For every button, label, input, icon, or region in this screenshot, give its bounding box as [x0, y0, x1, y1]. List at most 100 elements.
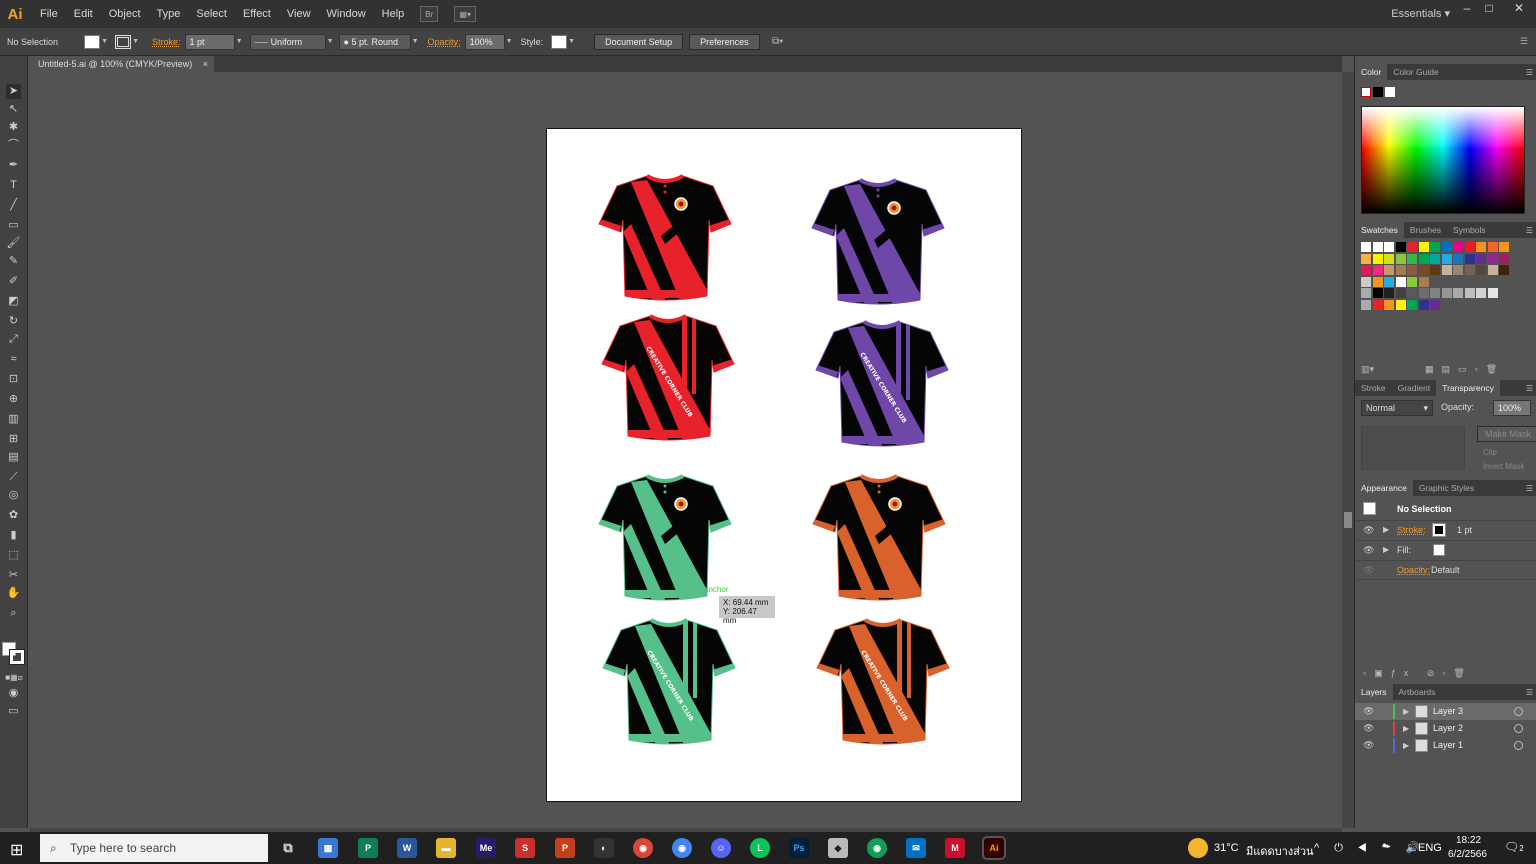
swatch[interactable]	[1487, 288, 1498, 298]
black-swatch[interactable]	[1373, 87, 1383, 97]
swatch[interactable]	[1464, 288, 1475, 298]
eye-icon[interactable]: 👁	[1363, 720, 1374, 737]
chevron-down-icon[interactable]: ▼	[505, 35, 514, 49]
preferences-button[interactable]: Preferences	[689, 33, 760, 50]
expand-arrow-icon[interactable]: ▶	[1383, 525, 1389, 534]
chrome-icon[interactable]: ◉	[867, 838, 887, 858]
swatch[interactable]	[1430, 299, 1440, 310]
pen-tool-icon[interactable]: ✒	[6, 158, 21, 173]
tab-artboards[interactable]: Artboards	[1393, 684, 1442, 700]
bridge-icon[interactable]: Br	[420, 6, 439, 22]
eye-icon[interactable]: 👁	[1363, 545, 1374, 556]
tshirt-design[interactable]: CREATIVE CORNER CLUB	[601, 616, 737, 752]
direct-selection-tool-icon[interactable]: ↖	[6, 102, 21, 117]
eye-icon[interactable]: 👁	[1363, 703, 1374, 720]
sketchup-icon[interactable]: S	[515, 838, 535, 858]
scale-tool-icon[interactable]: ⤢	[6, 332, 21, 347]
swatch[interactable]	[1453, 288, 1463, 298]
menu-edit[interactable]: Edit	[66, 0, 101, 28]
swatch[interactable]	[1407, 242, 1417, 252]
tshirt-design[interactable]: CREATIVE CORNER CLUB	[814, 318, 950, 454]
rotate-tool-icon[interactable]: ↻	[6, 314, 21, 329]
menu-type[interactable]: Type	[149, 0, 189, 28]
shape-builder-tool-icon[interactable]: ⊕	[6, 392, 21, 407]
panel-menu-icon[interactable]: ☰	[1526, 688, 1533, 697]
swatch[interactable]	[1441, 242, 1452, 252]
symbol-sprayer-tool-icon[interactable]: ✿	[6, 508, 21, 523]
mcafee-icon[interactable]: M	[945, 838, 965, 858]
menu-object[interactable]: Object	[101, 0, 149, 28]
swatch[interactable]	[1464, 253, 1475, 264]
swatch[interactable]	[1487, 265, 1498, 275]
style-swatch[interactable]	[551, 34, 568, 49]
swatch[interactable]	[1407, 276, 1417, 287]
perspective-grid-tool-icon[interactable]: ▥	[6, 412, 21, 427]
chevron-down-icon[interactable]: ▼	[235, 35, 244, 49]
layer-row[interactable]: 👁 ▶ Layer 2	[1355, 720, 1536, 737]
swatch[interactable]	[1418, 288, 1429, 298]
swatch[interactable]	[1476, 242, 1486, 252]
layer-row[interactable]: 👁 ▶ Layer 1	[1355, 737, 1536, 754]
target-circle-icon[interactable]	[1514, 741, 1523, 750]
hand-tool-icon[interactable]: ✋	[6, 586, 21, 601]
tab-color-guide[interactable]: Color Guide	[1387, 64, 1444, 80]
clock-time[interactable]: 18:22	[1456, 835, 1481, 846]
panel-menu-icon[interactable]: ☰	[1520, 36, 1528, 47]
polo-shirt-design[interactable]	[597, 172, 733, 308]
color-mode-icons[interactable]: ■▦⧄	[2, 670, 26, 685]
chrome-icon[interactable]: ◉	[672, 838, 692, 858]
chevron-down-icon[interactable]: ▼	[131, 35, 140, 49]
rectangle-tool-icon[interactable]: ▭	[6, 218, 21, 233]
swatch[interactable]	[1384, 242, 1394, 252]
swatch[interactable]	[1395, 288, 1406, 298]
tab-brushes[interactable]: Brushes	[1404, 222, 1447, 238]
file-explorer-icon[interactable]: ▬	[436, 838, 456, 858]
swatch[interactable]	[1372, 265, 1383, 275]
expand-arrow-icon[interactable]: ▶	[1403, 737, 1409, 754]
panel-menu-icon[interactable]: ☰	[1526, 484, 1533, 493]
magic-wand-tool-icon[interactable]: ✱	[6, 120, 21, 135]
tab-color[interactable]: Color	[1355, 64, 1388, 80]
blend-mode-select[interactable]: Normal ▾	[1361, 400, 1433, 416]
free-transform-tool-icon[interactable]: ⊡	[6, 372, 21, 387]
clip-checkbox[interactable]: Clip	[1483, 448, 1497, 457]
swatch[interactable]	[1407, 253, 1417, 264]
layer-name[interactable]: Layer 2	[1433, 720, 1463, 737]
swatch[interactable]	[1453, 253, 1463, 264]
swatch[interactable]	[1361, 265, 1371, 275]
tab-symbols[interactable]: Symbols	[1447, 222, 1492, 238]
swatch[interactable]	[1430, 265, 1440, 275]
tab-appearance[interactable]: Appearance	[1355, 480, 1413, 496]
weather-desc[interactable]: มีแดดบางส่วน	[1246, 842, 1314, 860]
menu-file[interactable]: File	[32, 0, 66, 28]
swatch[interactable]	[1372, 253, 1383, 264]
swatch[interactable]	[1384, 299, 1394, 310]
swatch[interactable]	[1372, 288, 1383, 298]
blob-brush-tool-icon[interactable]: ✐	[6, 274, 21, 289]
expand-arrow-icon[interactable]: ▶	[1383, 545, 1389, 554]
document-tab[interactable]: Untitled-5.ai @ 100% (CMYK/Preview) ×	[30, 56, 214, 72]
invert-mask-checkbox[interactable]: Invert Mask	[1483, 462, 1524, 471]
tab-transparency[interactable]: Transparency	[1436, 380, 1500, 396]
scroll-thumb[interactable]	[1344, 512, 1352, 528]
tab-graphic-styles[interactable]: Graphic Styles	[1413, 480, 1480, 496]
swatch[interactable]	[1487, 253, 1498, 264]
minimize-icon[interactable]: –	[1456, 0, 1478, 18]
artboard-tool-icon[interactable]: ⬚	[6, 548, 21, 563]
swatch[interactable]	[1361, 299, 1371, 310]
none-swatch-icon[interactable]	[1361, 87, 1371, 97]
stroke-color-icon[interactable]	[9, 649, 25, 665]
swatch[interactable]	[1372, 242, 1383, 252]
appearance-fill-row[interactable]: 👁 ▶ Fill:	[1355, 540, 1536, 560]
polo-shirt-design[interactable]	[811, 472, 947, 608]
arrange-documents-icon[interactable]: ▦▾	[454, 6, 477, 22]
swatch[interactable]	[1418, 253, 1429, 264]
close-icon[interactable]: ✕	[1508, 0, 1530, 18]
warp-tool-icon[interactable]: ≈	[6, 352, 21, 367]
swatch[interactable]	[1372, 299, 1383, 310]
swatch-libraries-icon[interactable]: ▥▾	[1361, 364, 1374, 375]
swatch[interactable]	[1441, 253, 1452, 264]
eyedropper-tool-icon[interactable]: ⟋	[6, 470, 21, 485]
tab-layers[interactable]: Layers	[1355, 684, 1393, 700]
appearance-stroke-row[interactable]: 👁 ▶ Stroke: 1 pt	[1355, 520, 1536, 540]
